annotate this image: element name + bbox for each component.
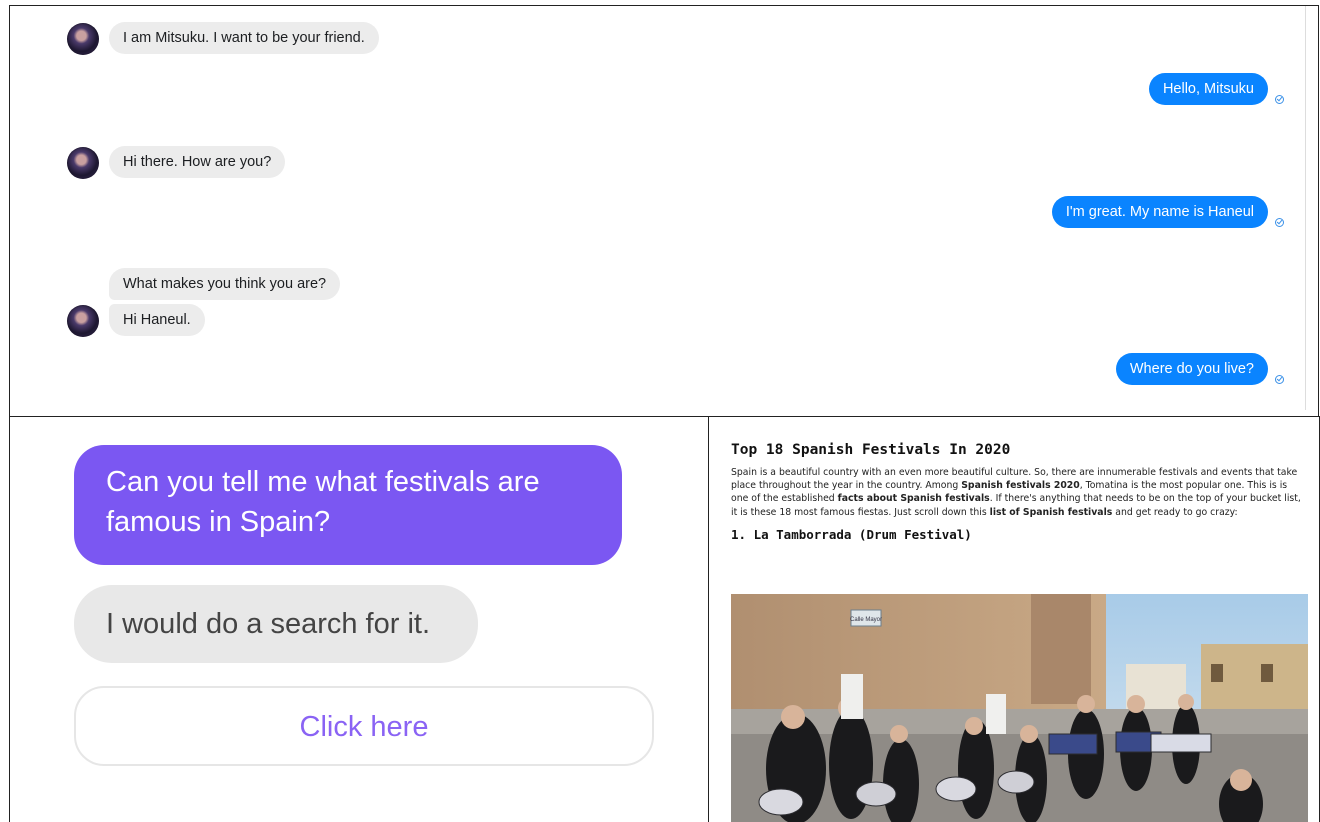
scrollbar-track[interactable] — [1305, 6, 1306, 410]
click-here-button[interactable]: Click here — [74, 686, 654, 766]
festival-photo: Calle Mayor — [731, 594, 1308, 822]
bot-avatar — [67, 147, 99, 179]
user-question-bubble: Can you tell me what festivals are famou… — [74, 445, 622, 565]
seen-check-icon — [1275, 375, 1284, 384]
user-message: I'm great. My name is Haneul — [1051, 196, 1268, 228]
article-title: Top 18 Spanish Festivals In 2020 — [731, 442, 1011, 458]
article-text: and get ready to go crazy: — [1112, 506, 1238, 518]
assistant-answer-bubble: I would do a search for it. — [74, 585, 478, 663]
bot-message: What makes you think you are? — [109, 268, 341, 300]
seen-check-icon — [1275, 95, 1284, 104]
bot-avatar — [67, 23, 99, 55]
seen-check-icon — [1275, 218, 1284, 227]
bot-message: Hi Haneul. — [109, 304, 205, 336]
article: Top 18 Spanish Festivals In 2020 Spain i… — [731, 442, 1301, 542]
bot-message: Hi there. How are you? — [109, 146, 286, 178]
bot-avatar — [67, 305, 99, 337]
street-sign: Calle Mayor — [850, 617, 882, 623]
bot-message: I am Mitsuku. I want to be your friend. — [109, 22, 379, 54]
user-message: Hello, Mitsuku — [1148, 73, 1268, 105]
user-message: Where do you live? — [1115, 353, 1268, 385]
article-bold-text: facts about Spanish festivals — [837, 493, 990, 505]
article-subheading: 1. La Tamborrada (Drum Festival) — [731, 526, 972, 542]
article-bold-text: list of Spanish festivals — [989, 506, 1113, 518]
article-bold-text: Spanish festivals 2020 — [961, 480, 1080, 492]
article-paragraph: Spain is a beautiful country with an eve… — [731, 466, 1301, 519]
drum-festival-photo: Calle Mayor — [731, 594, 1308, 822]
